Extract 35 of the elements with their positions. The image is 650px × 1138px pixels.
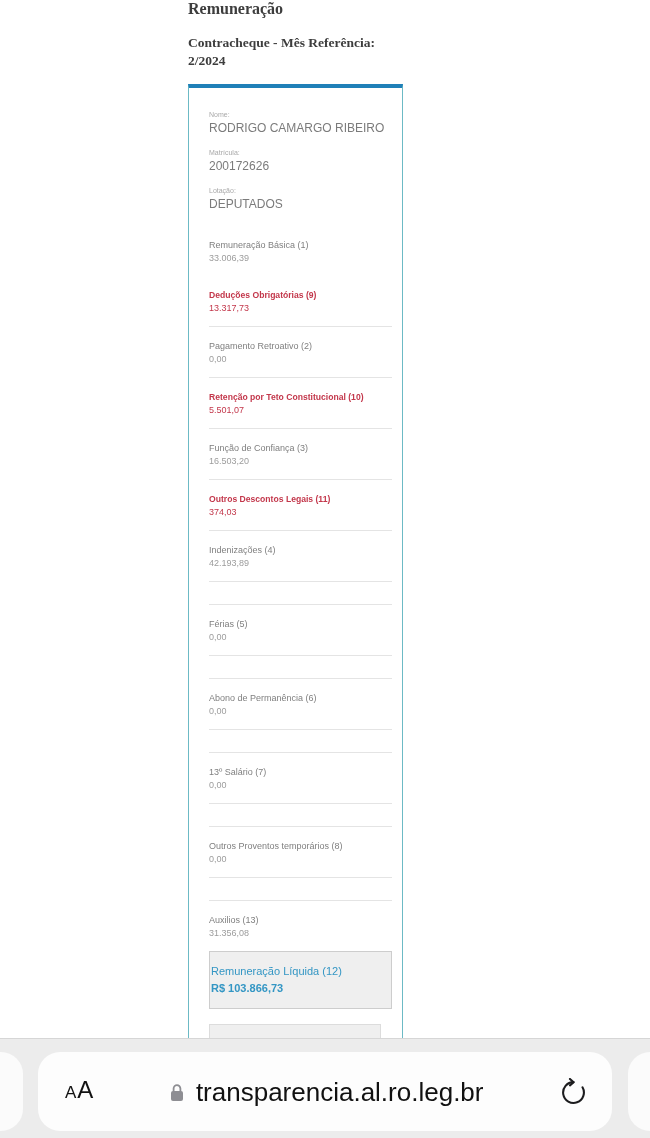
page-title: Remuneração — [188, 0, 285, 18]
item-value: 0,00 — [209, 853, 228, 866]
field-value: DEPUTADOS — [209, 196, 284, 212]
item-value: 33.006,39 — [209, 252, 251, 265]
address-bar[interactable]: AA transparencia.al.ro.leg.br — [38, 1052, 612, 1131]
item-label: Auxilios (13) — [209, 914, 260, 927]
field-value: RODRIGO CAMARGO RIBEIRO — [209, 120, 386, 136]
net-pay-value: R$ 103.866,73 — [211, 981, 285, 996]
item-label: Pagamento Retroativo (2) — [209, 340, 314, 353]
net-pay-label: Remuneração Líquida (12) — [211, 964, 343, 979]
item-label: Retenção por Teto Constitucional (10) — [209, 391, 365, 404]
item-label: Função de Confiança (3) — [209, 442, 310, 455]
item-value: 5.501,07 — [209, 404, 246, 417]
item-label: Outros Descontos Legais (11) — [209, 493, 332, 506]
item-label: 13º Salário (7) — [209, 766, 268, 779]
page-subtitle: Contracheque - Mês Referência: 2/2024 — [188, 34, 377, 70]
item-label: Deduções Obrigatórias (9) — [209, 289, 318, 302]
item-label: Férias (5) — [209, 618, 249, 631]
item-value: 0,00 — [209, 631, 228, 644]
text-size-button[interactable]: AA — [65, 1076, 94, 1107]
item-value: 0,00 — [209, 705, 228, 718]
url-text[interactable]: transparencia.al.ro.leg.br — [195, 1076, 484, 1107]
item-label: Remuneração Básica (1) — [209, 239, 310, 252]
item-label: Indenizações (4) — [209, 544, 277, 557]
item-label: Outros Proventos temporários (8) — [209, 840, 344, 853]
item-value: 42.193,89 — [209, 557, 251, 570]
item-value: 374,03 — [209, 506, 238, 519]
item-value: 16.503,20 — [209, 455, 251, 468]
field-value: 200172626 — [209, 158, 271, 174]
item-label: Abono de Permanência (6) — [209, 692, 318, 705]
reload-icon[interactable] — [560, 1078, 587, 1105]
item-value: 0,00 — [209, 353, 228, 366]
item-value: 31.356,08 — [209, 927, 251, 940]
item-value: 0,00 — [209, 779, 228, 792]
item-value: 13.317,73 — [209, 302, 251, 315]
